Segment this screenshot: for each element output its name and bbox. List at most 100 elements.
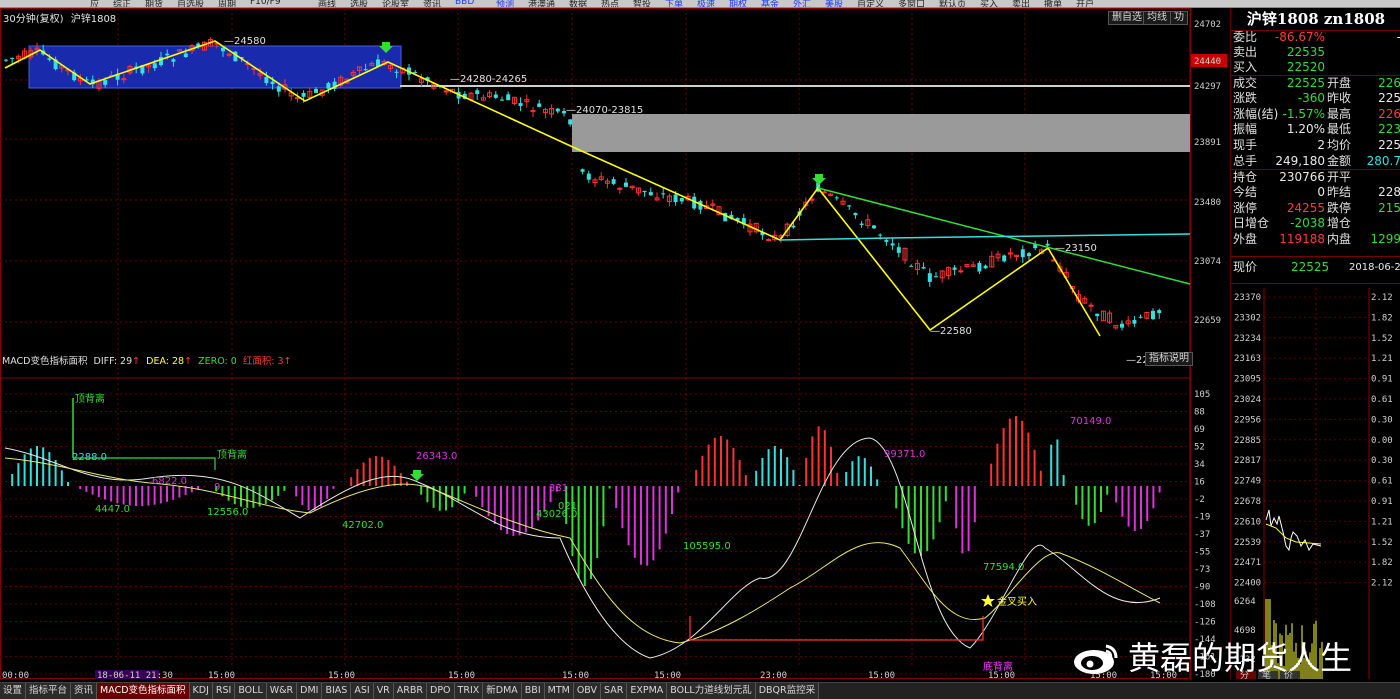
- quote-row: 持仓 230766 开平: [1231, 170, 1400, 186]
- quote-label-2: 昨结: [1327, 185, 1352, 199]
- toolbar-item[interactable]: 撤单: [1044, 0, 1062, 7]
- indicator-tab[interactable]: BBI: [521, 683, 545, 699]
- indicator-tab[interactable]: W&R: [266, 683, 298, 699]
- price-axis-label: 24702: [1194, 20, 1221, 30]
- candle-body-down: [264, 76, 269, 84]
- indicator-tab[interactable]: VR: [373, 683, 394, 699]
- mini-axis-right: 0.30: [1371, 415, 1393, 425]
- candle-body-down: [1157, 310, 1162, 314]
- indicator-tab[interactable]: BIAS: [322, 683, 352, 699]
- area-value: 42702.0: [342, 520, 383, 531]
- indicator-tab[interactable]: 设置: [0, 683, 27, 699]
- indicator-tab[interactable]: ARBR: [393, 683, 428, 699]
- toolbar-item[interactable]: 开户: [1076, 0, 1094, 7]
- macd-axis-label: -73: [1194, 565, 1210, 575]
- toolbar-item[interactable]: 画线: [318, 0, 336, 7]
- quote-label: 卖出: [1233, 45, 1258, 59]
- toolbar-item[interactable]: F10/F9: [250, 0, 281, 7]
- candle-body-down: [394, 71, 399, 73]
- quote-row: 涨幅(结) -1.57% 最高 226: [1231, 107, 1400, 123]
- func-button[interactable]: 功: [1170, 11, 1188, 25]
- toolbar-item[interactable]: 下单: [665, 0, 683, 7]
- weibo-logo-icon: [1074, 644, 1118, 674]
- toolbar-item[interactable]: 资讯: [423, 0, 441, 7]
- macd-header: MACD变色指标面积 DIFF: 29↑ DEA: 28↑ ZERO: 0 红面…: [2, 353, 292, 367]
- indicator-tab[interactable]: MTM: [544, 683, 574, 699]
- candle-body-down: [847, 205, 852, 207]
- toolbar-item[interactable]: 周期: [218, 0, 236, 7]
- candle-body-down: [952, 267, 957, 270]
- candle-body-down: [1151, 310, 1155, 320]
- mini-axis-left: 22610: [1234, 517, 1261, 527]
- indicator-tab[interactable]: TRIX: [454, 683, 484, 699]
- toolbar-item[interactable]: 卖出: [1012, 0, 1030, 7]
- indicator-tab[interactable]: BOLL: [235, 683, 267, 699]
- current-price-badge-text: 24440: [1194, 57, 1221, 67]
- mini-axis-left: 22956: [1234, 415, 1261, 425]
- quote-panel: 沪锌1808 zn1808 委比-86.67%-卖出22535买入22520成交…: [1230, 8, 1400, 679]
- remove-favorite-button[interactable]: 删自选: [1108, 11, 1146, 25]
- zone-label-1: —24280-24265: [450, 74, 527, 85]
- quote-value: 22520: [1286, 60, 1325, 74]
- indicator-help-button[interactable]: 指标说明: [1145, 352, 1193, 366]
- kline-chart-area[interactable]: 24702 24297 23891 23480 23074 22659 24440 —2458…: [0, 8, 1230, 679]
- toolbar-item[interactable]: 数据: [569, 0, 587, 7]
- indicator-tab[interactable]: MACD变色指标面积: [97, 683, 190, 699]
- indicator-tab[interactable]: BOLL力道线划元乱: [667, 683, 756, 699]
- quote-value-2: 228: [1378, 185, 1400, 199]
- indicator-tab[interactable]: DPO: [427, 683, 455, 699]
- low-label-1: —22580: [930, 326, 972, 337]
- candle-body-down: [555, 108, 560, 112]
- quote-value: 119188: [1279, 232, 1325, 246]
- candle-body-down: [1095, 313, 1100, 317]
- toolbar-item[interactable]: 热点: [601, 0, 619, 7]
- macd-histogram: [11, 416, 1161, 586]
- toolbar-item[interactable]: 选股: [350, 0, 368, 7]
- candle-body-down: [221, 47, 225, 52]
- indicator-tab[interactable]: 指标平台: [26, 683, 72, 699]
- toolbar-item[interactable]: 外汇: [793, 0, 811, 7]
- indicator-tab[interactable]: OBV: [573, 683, 602, 699]
- toolbar-item[interactable]: BBD: [455, 0, 474, 7]
- toolbar-item[interactable]: 综正: [113, 0, 131, 7]
- indicator-tab[interactable]: DBQR监控采: [755, 683, 820, 699]
- toolbar-item[interactable]: 自选股: [177, 0, 204, 7]
- toolbar-item[interactable]: 论股室: [382, 0, 409, 7]
- toolbar-item[interactable]: 自定义: [857, 0, 884, 7]
- candle-body-down: [884, 239, 889, 242]
- intraday-mini-chart[interactable]: 23370 2.12 23302 1.82 23234 1.52 23163 1.21 2309…: [1231, 288, 1400, 679]
- toolbar-item[interactable]: 港澳通: [528, 0, 555, 7]
- indicator-tab[interactable]: EXPMA: [627, 683, 668, 699]
- chart-canvas[interactable]: 24702 24297 23891 23480 23074 22659 24440 —2458…: [0, 8, 1230, 679]
- candle-body-down: [977, 262, 982, 272]
- indicator-tab[interactable]: 资讯: [71, 683, 98, 699]
- candle-body-down: [1138, 316, 1143, 318]
- macd-axis-label: 16: [1194, 478, 1205, 488]
- quote-label: 委比: [1233, 30, 1258, 44]
- ma-button[interactable]: 均线: [1143, 11, 1171, 25]
- mini-axis-right: 1.52: [1371, 538, 1393, 548]
- toolbar-item[interactable]: 应: [90, 0, 99, 7]
- indicator-tab[interactable]: KDJ: [189, 683, 213, 699]
- area-value: 12556.0: [207, 507, 248, 518]
- quote-label: 涨跌: [1233, 91, 1258, 105]
- toolbar-item[interactable]: 买入: [980, 0, 998, 7]
- indicator-tab[interactable]: ASI: [351, 683, 374, 699]
- toolbar-item[interactable]: 多窗口: [898, 0, 925, 7]
- toolbar-item[interactable]: 期权: [729, 0, 747, 7]
- area-value: 331: [549, 483, 568, 494]
- toolbar-item[interactable]: 基金: [761, 0, 779, 7]
- toolbar-item[interactable]: 预测: [496, 0, 514, 7]
- indicator-tab[interactable]: RSI: [212, 683, 236, 699]
- indicator-tab[interactable]: 新DMA: [483, 683, 522, 699]
- quote-row: 日增仓 -2038 增仓: [1231, 216, 1400, 232]
- toolbar-item[interactable]: 默认页: [939, 0, 966, 7]
- quote-value-2: 215: [1378, 201, 1400, 215]
- toolbar-item[interactable]: 美股: [825, 0, 843, 7]
- indicator-tab[interactable]: SAR: [601, 683, 628, 699]
- toolbar-item[interactable]: 智投: [633, 0, 651, 7]
- toolbar-item[interactable]: 极速: [697, 0, 715, 7]
- candle-body-down: [580, 169, 585, 172]
- toolbar-item[interactable]: 期货: [145, 0, 163, 7]
- indicator-tab[interactable]: DMI: [297, 683, 323, 699]
